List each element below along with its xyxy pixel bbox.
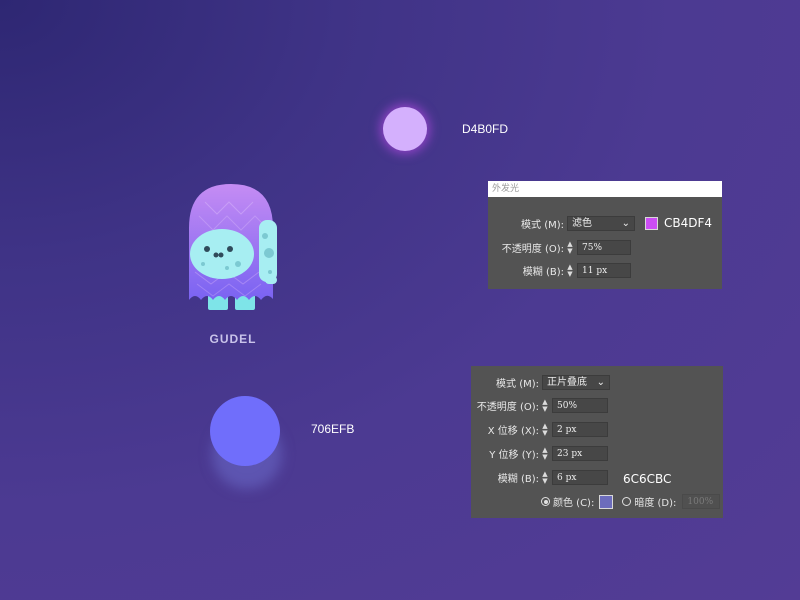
blend-mode-value: 正片叠底	[547, 377, 587, 388]
shadow-color-hex: 6C6CBC	[623, 472, 672, 486]
outer-glow-panel: 外发光 模式 (M): 滤色 ⌄ CB4DF4 不透明度 (O): ▲ ▼ 75%…	[488, 181, 722, 289]
mode-label: 模式 (M):	[496, 379, 539, 390]
y-offset-label: Y 位移 (Y):	[489, 450, 539, 461]
x-offset-label: X 位移 (X):	[487, 426, 539, 437]
color-radio[interactable]	[541, 497, 550, 506]
x-offset-input[interactable]: 2 px	[552, 422, 608, 437]
y-offset-stepper-icon[interactable]: ▲ ▼	[541, 446, 549, 461]
character-name: GUDEL	[209, 332, 257, 346]
panel-title: 外发光	[488, 181, 722, 197]
blend-mode-select[interactable]: 滤色 ⌄	[567, 216, 635, 231]
y-offset-input[interactable]: 23 px	[552, 446, 608, 461]
blend-mode-select[interactable]: 正片叠底 ⌄	[542, 375, 610, 390]
blur-input[interactable]: 11 px	[577, 263, 631, 278]
glow-color-hex: CB4DF4	[664, 216, 713, 230]
glow-hex-label: D4B0FD	[462, 122, 509, 136]
blend-mode-value: 滤色	[572, 218, 592, 229]
right-eye	[227, 246, 233, 252]
mode-label: 模式 (M):	[521, 220, 564, 231]
ghost-character-illustration	[185, 184, 285, 314]
blur-stepper-icon[interactable]: ▲ ▼	[566, 263, 574, 278]
opacity-input[interactable]: 75%	[577, 240, 631, 255]
blur-label: 模糊 (B):	[522, 267, 564, 278]
blur-input[interactable]: 6 px	[552, 470, 608, 485]
darkness-radio[interactable]	[622, 497, 632, 506]
shadow-hex-label: 706EFB	[311, 422, 355, 436]
color-radio-label: 颜色 (C):	[553, 498, 595, 509]
glow-color-picker[interactable]	[645, 217, 658, 230]
blur-stepper-icon[interactable]: ▲ ▼	[541, 470, 549, 485]
darkness-radio-label: 暗度 (D):	[634, 498, 677, 509]
shadow-color-picker[interactable]	[599, 494, 614, 509]
x-offset-stepper-icon[interactable]: ▲ ▼	[541, 422, 549, 437]
opacity-stepper-icon[interactable]: ▲ ▼	[566, 240, 574, 255]
blur-label: 模糊 (B):	[497, 474, 539, 485]
opacity-label: 不透明度 (O):	[476, 402, 539, 413]
opacity-stepper-icon[interactable]: ▲ ▼	[541, 398, 549, 413]
left-eye	[204, 246, 210, 252]
opacity-label: 不透明度 (O):	[501, 244, 564, 255]
opacity-input[interactable]: 50%	[552, 398, 608, 413]
glow-color-swatch	[383, 107, 427, 151]
shadow-color-swatch	[210, 396, 280, 466]
chevron-down-icon: ⌄	[596, 377, 605, 388]
darkness-input[interactable]: 100%	[682, 494, 721, 509]
drop-shadow-panel: 模式 (M): 正片叠底 ⌄ 不透明度 (O): ▲ ▼ 50% X 位移 (X)…	[471, 366, 723, 518]
chevron-down-icon: ⌄	[621, 218, 630, 229]
